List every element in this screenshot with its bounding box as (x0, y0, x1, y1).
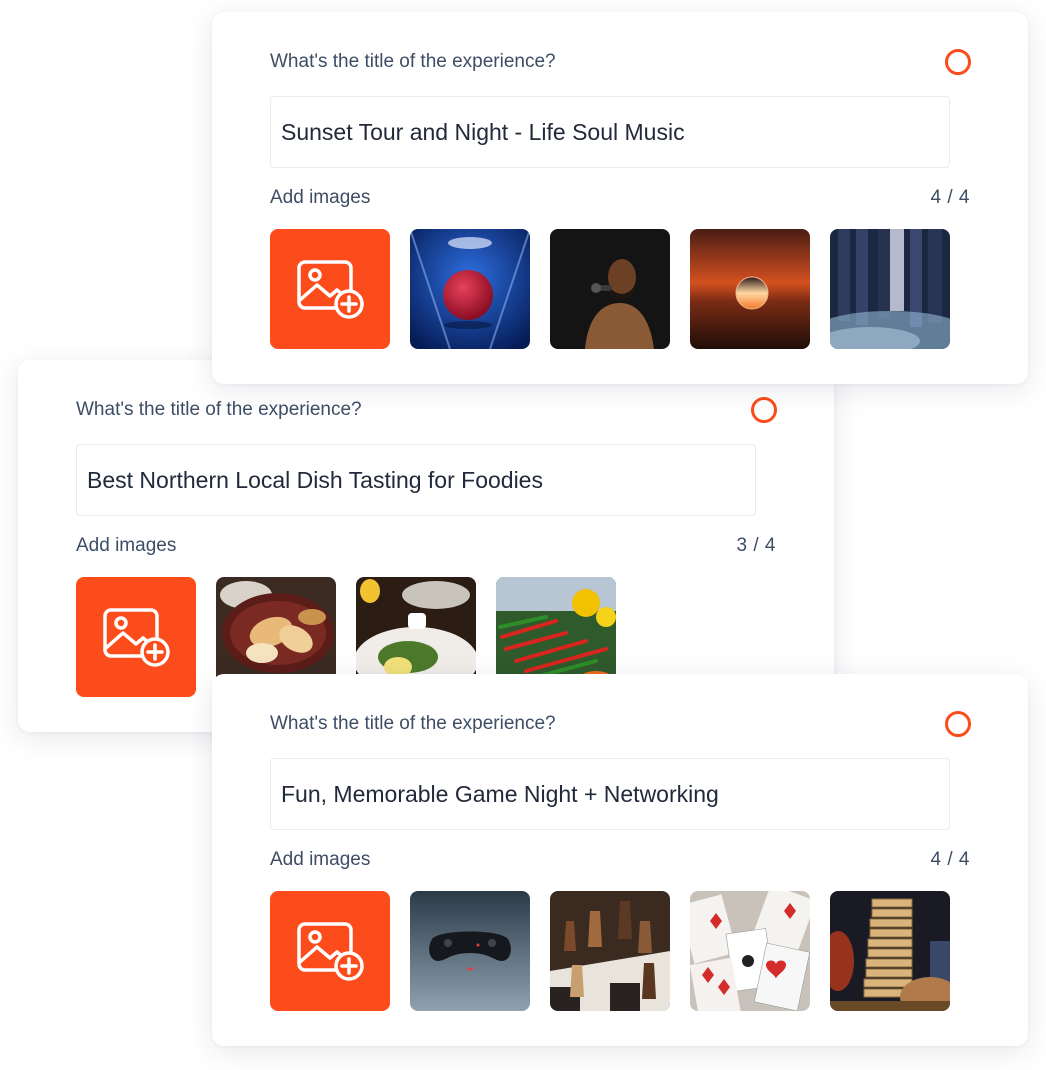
dancers-smoke-photo[interactable] (830, 229, 950, 349)
add-images-label: Add images (76, 535, 177, 556)
add-image-button[interactable] (76, 577, 196, 697)
bowling-ball-photo[interactable] (410, 229, 530, 349)
images-header: Add images 4 / 4 (270, 184, 970, 212)
title-input[interactable] (270, 96, 950, 168)
question-row: What's the title of the experience? (270, 46, 971, 78)
images-header: Add images 4 / 4 (270, 846, 970, 874)
select-radio[interactable] (751, 397, 777, 423)
add-images-label: Add images (270, 849, 371, 870)
image-gallery (270, 229, 970, 349)
experience-card-1: What's the title of the experience? Add … (212, 12, 1028, 384)
question-row: What's the title of the experience? (270, 708, 971, 740)
question-label: What's the title of the experience? (270, 51, 556, 72)
image-plus-icon (297, 260, 364, 319)
image-gallery (270, 891, 970, 1011)
image-plus-icon (103, 608, 170, 667)
image-count: 3 / 4 (736, 535, 776, 556)
images-header: Add images 3 / 4 (76, 532, 776, 560)
image-plus-icon (297, 922, 364, 981)
title-input[interactable] (270, 758, 950, 830)
experience-card-3: What's the title of the experience? Add … (212, 674, 1028, 1046)
question-row: What's the title of the experience? (76, 394, 777, 426)
add-images-label: Add images (270, 187, 371, 208)
playing-cards-photo[interactable] (690, 891, 810, 1011)
chess-pieces-photo[interactable] (550, 891, 670, 1011)
add-image-button[interactable] (270, 891, 390, 1011)
image-count: 4 / 4 (930, 849, 970, 870)
jenga-tower-photo[interactable] (830, 891, 950, 1011)
sunset-glass-ball-photo[interactable] (690, 229, 810, 349)
select-radio[interactable] (945, 711, 971, 737)
question-label: What's the title of the experience? (270, 713, 556, 734)
add-image-button[interactable] (270, 229, 390, 349)
singer-photo[interactable] (550, 229, 670, 349)
select-radio[interactable] (945, 49, 971, 75)
game-controller-photo[interactable] (410, 891, 530, 1011)
question-label: What's the title of the experience? (76, 399, 362, 420)
image-count: 4 / 4 (930, 187, 970, 208)
title-input[interactable] (76, 444, 756, 516)
